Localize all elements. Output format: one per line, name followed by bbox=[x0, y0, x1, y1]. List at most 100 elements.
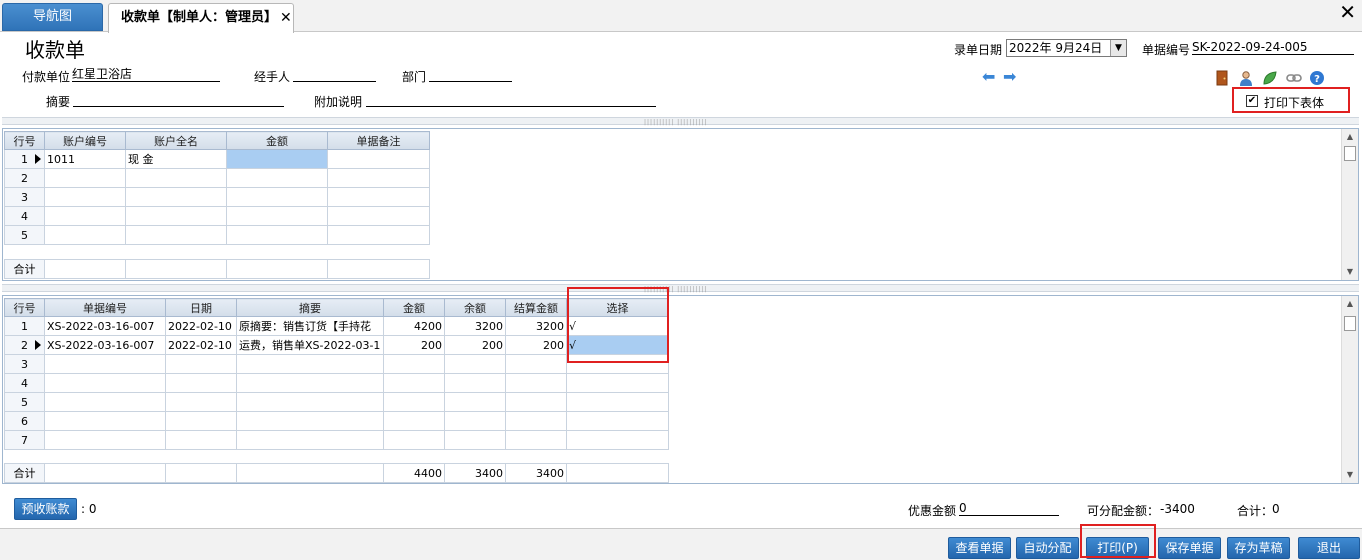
auto-alloc-button[interactable]: 自动分配 bbox=[1016, 537, 1079, 559]
account-code-cell[interactable]: 1011 bbox=[44, 149, 126, 169]
table-row[interactable]: 5 bbox=[4, 392, 669, 412]
docno-cell[interactable]: XS-2022-03-16-007 bbox=[44, 316, 166, 336]
date-cell[interactable] bbox=[165, 392, 237, 412]
door-icon[interactable] bbox=[1214, 70, 1230, 86]
summary-cell[interactable] bbox=[236, 411, 384, 431]
docno-cell[interactable] bbox=[44, 373, 166, 393]
amount-cell[interactable] bbox=[226, 225, 328, 245]
note-cell[interactable] bbox=[327, 168, 430, 188]
tab-close-icon[interactable]: ✕ bbox=[280, 4, 292, 32]
account-code-cell[interactable] bbox=[44, 225, 126, 245]
view-doc-button[interactable]: 查看单据 bbox=[948, 537, 1011, 559]
date-cell[interactable] bbox=[165, 354, 237, 374]
column-header[interactable]: 行号 bbox=[4, 298, 45, 317]
table-row[interactable]: 6 bbox=[4, 411, 669, 431]
date-cell[interactable]: 2022-02-10 bbox=[165, 316, 237, 336]
tab-navigation[interactable]: 导航图 bbox=[2, 3, 103, 31]
note-cell[interactable] bbox=[327, 206, 430, 226]
print-table-checkbox[interactable]: ✔ bbox=[1246, 95, 1258, 107]
scroll-thumb[interactable] bbox=[1344, 146, 1356, 161]
settle-cell[interactable] bbox=[505, 430, 567, 450]
settle-cell[interactable]: 3200 bbox=[505, 316, 567, 336]
account-code-cell[interactable] bbox=[44, 168, 126, 188]
column-header[interactable]: 日期 bbox=[165, 298, 237, 317]
select-cell[interactable] bbox=[566, 430, 669, 450]
splitter-middle[interactable]: |||||||||| |||||||||| bbox=[2, 284, 1359, 293]
summary-cell[interactable] bbox=[236, 430, 384, 450]
scroll-up-icon[interactable]: ▲ bbox=[1342, 296, 1358, 312]
column-header[interactable]: 摘要 bbox=[236, 298, 384, 317]
account-code-cell[interactable] bbox=[44, 206, 126, 226]
table-row[interactable]: 3 bbox=[4, 187, 430, 207]
discount-field[interactable]: 0 bbox=[959, 501, 1059, 516]
summary-cell[interactable] bbox=[236, 373, 384, 393]
account-name-cell[interactable] bbox=[125, 206, 227, 226]
settle-cell[interactable] bbox=[505, 373, 567, 393]
select-cell[interactable] bbox=[566, 392, 669, 412]
settle-cell[interactable] bbox=[505, 392, 567, 412]
docno-cell[interactable] bbox=[44, 411, 166, 431]
balance-cell[interactable] bbox=[444, 373, 506, 393]
summary-cell[interactable]: 原摘要：销售订货【手持花 bbox=[236, 316, 384, 336]
column-header[interactable]: 结算金额 bbox=[505, 298, 567, 317]
docno-cell[interactable] bbox=[44, 392, 166, 412]
note-field[interactable] bbox=[366, 92, 656, 107]
balance-cell[interactable] bbox=[444, 411, 506, 431]
arrow-left-icon[interactable]: ⬅ bbox=[982, 68, 995, 86]
amount-cell[interactable] bbox=[226, 187, 328, 207]
column-header[interactable]: 单据备注 bbox=[327, 131, 430, 150]
table-row[interactable]: 2 bbox=[4, 168, 430, 188]
column-header[interactable]: 余额 bbox=[444, 298, 506, 317]
date-cell[interactable] bbox=[165, 430, 237, 450]
amount-cell[interactable] bbox=[383, 354, 445, 374]
user-icon[interactable] bbox=[1238, 70, 1254, 86]
prepay-button[interactable]: 预收账款 bbox=[14, 498, 77, 520]
balance-cell[interactable] bbox=[444, 392, 506, 412]
date-cell[interactable] bbox=[165, 411, 237, 431]
amount-cell[interactable] bbox=[383, 430, 445, 450]
table-row[interactable]: 1 1011 现 金 bbox=[4, 149, 430, 169]
amount-cell[interactable]: 200 bbox=[383, 335, 445, 355]
account-name-cell[interactable] bbox=[125, 168, 227, 188]
select-cell[interactable] bbox=[566, 411, 669, 431]
upper-scrollbar[interactable]: ▲ ▼ bbox=[1341, 129, 1358, 280]
date-picker[interactable]: 2022年 9月24日 ▼ bbox=[1006, 39, 1127, 57]
save-draft-button[interactable]: 存为草稿 bbox=[1227, 537, 1290, 559]
table-row[interactable]: 7 bbox=[4, 430, 669, 450]
summary-cell[interactable] bbox=[236, 392, 384, 412]
column-header[interactable]: 金额 bbox=[226, 131, 328, 150]
amount-cell[interactable]: 4200 bbox=[383, 316, 445, 336]
amount-cell[interactable] bbox=[226, 149, 328, 169]
splitter-top[interactable]: |||||||||| |||||||||| bbox=[2, 117, 1359, 126]
balance-cell[interactable] bbox=[444, 354, 506, 374]
balance-cell[interactable] bbox=[444, 430, 506, 450]
column-header[interactable]: 单据编号 bbox=[44, 298, 166, 317]
table-row[interactable]: 4 bbox=[4, 373, 669, 393]
account-name-cell[interactable] bbox=[125, 225, 227, 245]
settle-cell[interactable] bbox=[505, 411, 567, 431]
settle-cell[interactable] bbox=[505, 354, 567, 374]
amount-cell[interactable] bbox=[383, 373, 445, 393]
column-header[interactable]: 账户编号 bbox=[44, 131, 126, 150]
handler-field[interactable] bbox=[293, 67, 376, 82]
leaf-icon[interactable] bbox=[1262, 70, 1278, 86]
tab-receipt[interactable]: 收款单【制单人：管理员】 ✕ bbox=[108, 3, 294, 33]
docno-field[interactable]: SK-2022-09-24-005 bbox=[1192, 40, 1354, 55]
docno-cell[interactable] bbox=[44, 354, 166, 374]
payer-field[interactable]: 红星卫浴店 bbox=[72, 67, 220, 82]
link-icon[interactable] bbox=[1286, 70, 1302, 86]
scroll-thumb[interactable] bbox=[1344, 316, 1356, 331]
chevron-down-icon[interactable]: ▼ bbox=[1110, 40, 1126, 56]
balance-cell[interactable]: 200 bbox=[444, 335, 506, 355]
table-row[interactable]: 5 bbox=[4, 225, 430, 245]
dept-field[interactable] bbox=[429, 67, 512, 82]
column-header[interactable]: 金额 bbox=[383, 298, 445, 317]
date-cell[interactable] bbox=[165, 373, 237, 393]
amount-cell[interactable] bbox=[226, 206, 328, 226]
summary-cell[interactable]: 运费，销售单XS-2022-03-1 bbox=[236, 335, 384, 355]
column-header[interactable]: 行号 bbox=[4, 131, 45, 150]
settle-cell[interactable]: 200 bbox=[505, 335, 567, 355]
note-cell[interactable] bbox=[327, 225, 430, 245]
balance-cell[interactable]: 3200 bbox=[444, 316, 506, 336]
account-code-cell[interactable] bbox=[44, 187, 126, 207]
